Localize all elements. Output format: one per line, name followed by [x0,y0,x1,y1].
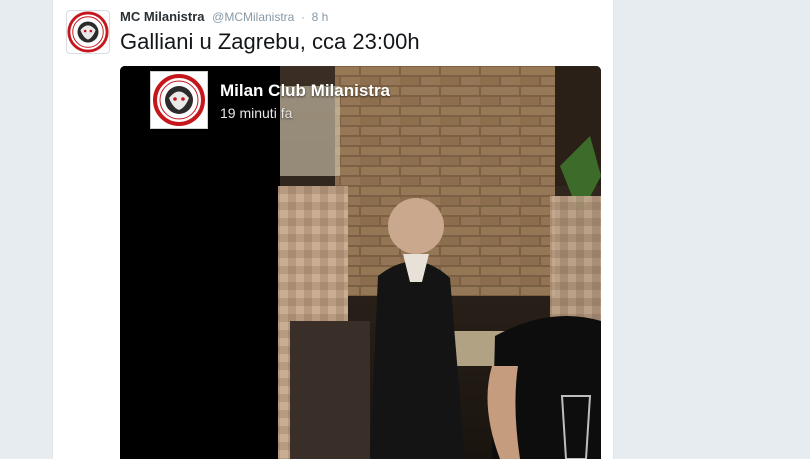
separator-dot: · [300,10,305,24]
embedded-page-avatar [150,71,208,129]
embedded-post-time: 19 minuti fa [220,105,293,121]
tweet-card[interactable]: MC Milanistra @MCMilanistra · 8 h Gallia… [52,0,614,459]
tweet-media-photo[interactable]: Milan Club Milanistra 19 minuti fa [120,66,601,459]
author-avatar[interactable] [66,10,110,54]
embedded-page-name: Milan Club Milanistra [220,81,391,100]
author-name[interactable]: MC Milanistra [120,9,205,24]
club-logo-icon [153,74,205,126]
author-handle[interactable]: @MCMilanistra [212,10,294,24]
twitter-timeline: MC Milanistra @MCMilanistra · 8 h Gallia… [0,0,810,459]
tweet-text: Galliani u Zagrebu, cca 23:00h [120,29,420,54]
tweet-timestamp[interactable]: 8 h [312,10,329,24]
tweet-header: MC Milanistra @MCMilanistra · 8 h [120,8,328,26]
club-logo-icon [67,11,109,53]
